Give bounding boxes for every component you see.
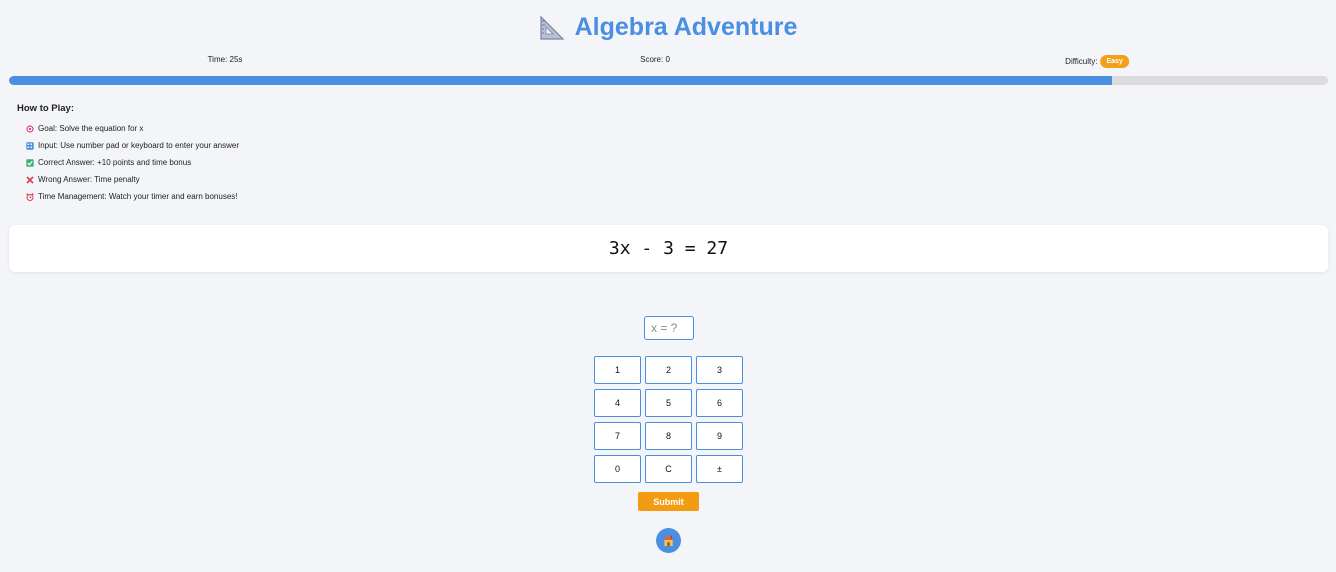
score: Score: 0 bbox=[640, 55, 670, 64]
check-icon bbox=[26, 158, 34, 167]
clear-button[interactable]: C bbox=[645, 455, 692, 483]
stats-bar: Time: 25s Score: 0 Difficulty: Easy bbox=[0, 55, 1336, 68]
cross-icon bbox=[26, 175, 34, 184]
instruction-correct: Correct Answer: +10 points and time bonu… bbox=[26, 154, 239, 171]
triangular-ruler-icon bbox=[540, 15, 565, 40]
how-to-play-heading: How to Play: bbox=[17, 103, 75, 114]
instruction-goal: Goal: Solve the equation for x bbox=[26, 120, 239, 137]
keypad-icon bbox=[26, 141, 34, 150]
key-2[interactable]: 2 bbox=[645, 356, 692, 384]
instructions-list: Goal: Solve the equation for x Input: Us… bbox=[17, 120, 239, 205]
progress-fill bbox=[9, 76, 1112, 85]
answer-input[interactable] bbox=[644, 316, 694, 340]
home-button[interactable] bbox=[656, 528, 681, 553]
difficulty-label: Difficulty: bbox=[1065, 57, 1098, 66]
key-9[interactable]: 9 bbox=[696, 422, 743, 450]
key-1[interactable]: 1 bbox=[594, 356, 641, 384]
instruction-time: Time Management: Watch your timer and ea… bbox=[26, 188, 239, 205]
submit-button[interactable]: Submit bbox=[638, 492, 699, 511]
timer: Time: 25s bbox=[207, 55, 243, 64]
key-6[interactable]: 6 bbox=[696, 389, 743, 417]
key-0[interactable]: 0 bbox=[594, 455, 641, 483]
toggle-sign-button[interactable]: ± bbox=[696, 455, 743, 483]
number-pad: 1 2 3 4 5 6 7 8 9 0 C ± bbox=[594, 356, 743, 483]
key-8[interactable]: 8 bbox=[645, 422, 692, 450]
equation-display: 3x - 3 = 27 bbox=[9, 225, 1328, 272]
difficulty: Difficulty: Easy bbox=[1065, 55, 1129, 68]
instruction-wrong: Wrong Answer: Time penalty bbox=[26, 171, 239, 188]
key-3[interactable]: 3 bbox=[696, 356, 743, 384]
instruction-input: Input: Use number pad or keyboard to ent… bbox=[26, 137, 239, 154]
house-icon bbox=[663, 535, 674, 546]
difficulty-badge: Easy bbox=[1100, 55, 1129, 68]
alarm-clock-icon bbox=[26, 192, 34, 201]
how-to-play-panel: How to Play: Goal: Solve the equation fo… bbox=[17, 103, 239, 205]
key-4[interactable]: 4 bbox=[594, 389, 641, 417]
title-text: Algebra Adventure bbox=[574, 13, 798, 41]
target-icon bbox=[26, 124, 34, 133]
key-7[interactable]: 7 bbox=[594, 422, 641, 450]
time-progress-bar bbox=[9, 76, 1328, 85]
key-5[interactable]: 5 bbox=[645, 389, 692, 417]
page-title: Algebra Adventure bbox=[0, 13, 1336, 42]
